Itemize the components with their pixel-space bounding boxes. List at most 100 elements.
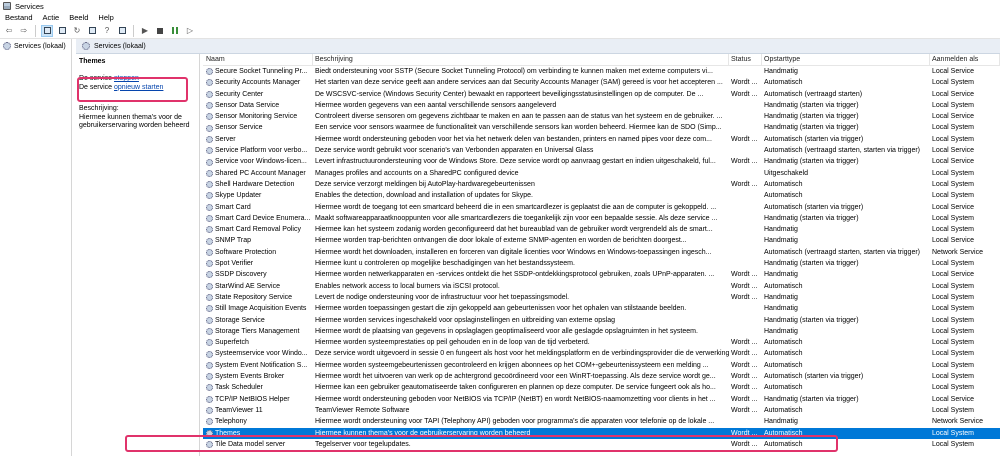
service-log-on-as: Local System	[932, 373, 975, 381]
service-name-label: StarWind AE Service	[215, 282, 280, 290]
menu-actie[interactable]: Actie	[43, 13, 60, 22]
help-icon[interactable]: ?	[101, 25, 113, 37]
restart-service-icon[interactable]: ▷	[184, 25, 196, 37]
service-startup-type: Handmatig (starten via trigger)	[764, 158, 859, 166]
pause-service-icon[interactable]	[169, 25, 181, 37]
table-row[interactable]: Smart Card Removal Policy Hiermee kan het…	[203, 224, 1000, 235]
table-row[interactable]: SSDP Discovery Hiermee worden netwerkappa…	[203, 269, 1000, 280]
table-row[interactable]: Secure Socket Tunneling Pr... Biedt onder…	[203, 66, 1000, 77]
toolbar-divider	[35, 24, 36, 37]
start-service-icon[interactable]: ▶	[139, 25, 151, 37]
table-row[interactable]: StarWind AE Service Enables network acces…	[203, 281, 1000, 292]
service-name-label: Still Image Acquisition Events	[215, 305, 307, 313]
service-name: Superfetch	[203, 337, 313, 348]
menu-beeld[interactable]: Beeld	[69, 13, 88, 22]
service-name-label: Smart Card Device Enumera...	[215, 214, 311, 222]
table-row[interactable]: Shell Hardware Detection Deze service ver…	[203, 179, 1000, 190]
service-name: Secure Socket Tunneling Pr...	[203, 66, 313, 77]
service-gear-icon	[206, 158, 213, 166]
service-gear-icon	[206, 305, 213, 313]
service-log-on-as: Local System	[932, 327, 975, 335]
service-log-on-as: Network Service	[932, 418, 983, 426]
tree-item-services-local[interactable]: Services (lokaal)	[3, 42, 71, 50]
service-description-cell: Hiermee kunt u controleren op mogelijke …	[315, 260, 575, 268]
table-row[interactable]: Security Accounts Manager Het starten van…	[203, 77, 1000, 88]
table-row[interactable]: Skype Updater Enables the detection, down…	[203, 190, 1000, 201]
properties-icon[interactable]	[56, 25, 68, 37]
service-log-on-as: Local System	[932, 214, 975, 222]
table-row[interactable]: System Events Broker Hiermee wordt het ui…	[203, 371, 1000, 382]
table-row[interactable]: Storage Tiers Management Hiermee wordt de…	[203, 326, 1000, 337]
service-gear-icon	[206, 327, 213, 335]
service-description-cell: Hiermee worden trap-berichten ontvangen …	[315, 237, 687, 245]
table-row[interactable]: Telephony Hiermee wordt ondersteuning voo…	[203, 416, 1000, 427]
service-description: Beschrijving: Hiermee kunnen thema's voo…	[79, 105, 196, 131]
table-row[interactable]: Server Hiermee wordt ondersteuning gebode…	[203, 134, 1000, 145]
table-row[interactable]: Storage Service Hiermee worden services i…	[203, 315, 1000, 326]
back-arrow-icon[interactable]: ⇦	[3, 25, 15, 37]
service-log-on-as: Local System	[932, 180, 975, 188]
table-row[interactable]: Superfetch Hiermee worden systeemprestati…	[203, 337, 1000, 348]
console-tree-icon[interactable]	[41, 24, 53, 37]
service-status: Wordt ...	[731, 406, 758, 414]
service-gear-icon	[206, 373, 213, 381]
table-row[interactable]: Smart Card Device Enumera... Maakt softwa…	[203, 213, 1000, 224]
table-row[interactable]: Smart Card Hiermee wordt de toegang tot e…	[203, 202, 1000, 213]
service-description-cell: Enables network access to local burners …	[315, 282, 500, 290]
service-name-label: Sensor Monitoring Service	[215, 113, 298, 121]
column-header-status[interactable]: Status	[729, 54, 762, 66]
stop-service-icon[interactable]	[154, 25, 166, 37]
table-row[interactable]: Service voor Windows-licen... Levert infr…	[203, 156, 1000, 167]
column-header-startup-type[interactable]: Opstarttype	[762, 54, 930, 66]
service-log-on-as: Local System	[932, 79, 975, 87]
table-row[interactable]: TCP/IP NetBIOS Helper Hiermee wordt onder…	[203, 394, 1000, 405]
column-header-name[interactable]: Naam	[203, 54, 313, 66]
service-description-cell: Maakt softwareapparaatknooppunten voor a…	[315, 214, 718, 222]
column-header-log-on-as[interactable]: Aanmelden als	[930, 54, 1000, 66]
service-description-cell: Een service voor sensors waarmee de func…	[315, 124, 722, 132]
service-startup-type: Handmatig (starten via trigger)	[764, 113, 859, 121]
export-list-icon[interactable]	[86, 25, 98, 37]
table-row[interactable]: Sensor Service Een service voor sensors w…	[203, 122, 1000, 133]
table-row[interactable]: Security Center De WSCSVC-service (Window…	[203, 89, 1000, 100]
help-topics-icon[interactable]	[116, 25, 128, 37]
table-row[interactable]: Software Protection Hiermee wordt het dow…	[203, 247, 1000, 258]
table-row[interactable]: TeamViewer 11 TeamViewer Remote Software W…	[203, 405, 1000, 416]
table-row[interactable]: State Repository Service Levert de nodige…	[203, 292, 1000, 303]
table-row[interactable]: Systeemservice voor Windo... Deze service…	[203, 348, 1000, 359]
refresh-icon[interactable]: ↻	[71, 25, 83, 37]
service-name: Telephony	[203, 416, 313, 427]
service-description-cell: Hiermee kan het systeem zodanig worden g…	[315, 226, 713, 234]
service-status: Wordt ...	[731, 395, 758, 403]
menu-bestand[interactable]: Bestand	[5, 13, 33, 22]
table-row[interactable]: Sensor Data Service Hiermee worden gegeve…	[203, 100, 1000, 111]
forward-arrow-icon[interactable]: ⇨	[18, 25, 30, 37]
service-gear-icon	[206, 226, 213, 234]
table-row[interactable]: Still Image Acquisition Events Hiermee wo…	[203, 303, 1000, 314]
table-row[interactable]: Task Scheduler Hiermee kan een gebruiker …	[203, 382, 1000, 393]
column-header-description[interactable]: Beschrijving	[313, 54, 729, 66]
highlight-box-actions	[77, 77, 188, 102]
service-startup-type: Automatisch (starten via trigger)	[764, 135, 864, 143]
table-row[interactable]: Spot Verifier Hiermee kunt u controleren …	[203, 258, 1000, 269]
service-status: Wordt ...	[731, 361, 758, 369]
service-description-cell: Hiermee wordt de toegang tot een smartca…	[315, 203, 717, 211]
service-description-cell: Enables the detection, download and inst…	[315, 192, 533, 200]
service-log-on-as: Local Service	[932, 147, 975, 155]
table-row[interactable]: Shared PC Account Manager Manages profile…	[203, 168, 1000, 179]
service-log-on-as: Local System	[932, 339, 975, 347]
service-name: State Repository Service	[203, 292, 313, 303]
service-log-on-as: Local System	[932, 282, 975, 290]
table-row[interactable]: SNMP Trap Hiermee worden trap-berichten o…	[203, 235, 1000, 246]
service-name-label: Telephony	[215, 418, 247, 426]
service-gear-icon	[206, 79, 213, 87]
service-name: Smart Card Device Enumera...	[203, 213, 313, 224]
table-row[interactable]: Sensor Monitoring Service Controleert div…	[203, 111, 1000, 122]
service-log-on-as: Local System	[932, 361, 975, 369]
menu-help[interactable]: Help	[98, 13, 113, 22]
service-name: Shell Hardware Detection	[203, 179, 313, 190]
table-row[interactable]: System Event Notification S... Hiermee wo…	[203, 360, 1000, 371]
table-row[interactable]: Service Platform voor verbo... Deze servi…	[203, 145, 1000, 156]
service-log-on-as: Local System	[932, 260, 975, 268]
service-log-on-as: Local System	[932, 192, 975, 200]
